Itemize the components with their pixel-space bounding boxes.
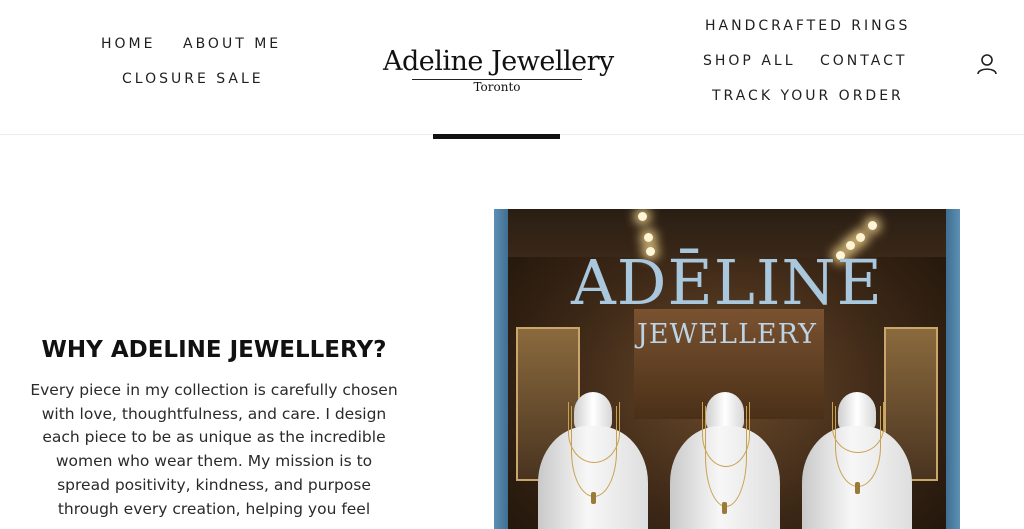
logo-subtitle: Toronto: [473, 80, 521, 94]
storefront-sign-subtitle: JEWELLERY: [637, 319, 817, 350]
site-logo[interactable]: Adeline Jewellery Toronto: [383, 46, 614, 94]
logo-title: Adeline Jewellery: [383, 46, 614, 77]
storefront-image: ADĒLINE JEWELLERY: [494, 209, 960, 529]
nav-about-me[interactable]: ABOUT ME: [183, 36, 281, 52]
nav-home[interactable]: HOME: [101, 36, 155, 52]
section-body: Every piece in my collection is carefull…: [30, 381, 398, 518]
necklace-bust: [802, 392, 912, 529]
nav-shop-all[interactable]: SHOP ALL: [703, 53, 796, 69]
nav-closure-sale[interactable]: CLOSURE SALE: [122, 71, 264, 87]
account-icon[interactable]: [975, 52, 999, 76]
active-nav-indicator: [433, 134, 560, 139]
nav-handcrafted-rings[interactable]: HANDCRAFTED RINGS: [705, 18, 910, 34]
window-frame-left: [494, 209, 508, 529]
nav-track-your-order[interactable]: TRACK YOUR ORDER: [712, 88, 904, 104]
necklace-bust: [538, 392, 648, 529]
ceiling-light: [856, 233, 865, 242]
nav-contact[interactable]: CONTACT: [820, 53, 907, 69]
window-frame-right: [946, 209, 960, 529]
ceiling-light: [868, 221, 877, 230]
section-heading: WHY ADELINE JEWELLERY?: [41, 337, 387, 363]
user-icon: [977, 54, 997, 75]
site-header: HOME ABOUT ME CLOSURE SALE Adeline Jewel…: [0, 0, 1024, 135]
ceiling-light: [644, 233, 653, 242]
necklace-bust: [670, 392, 780, 529]
storefront-sign-title: ADĒLINE: [571, 246, 883, 319]
ceiling-light: [638, 212, 647, 221]
